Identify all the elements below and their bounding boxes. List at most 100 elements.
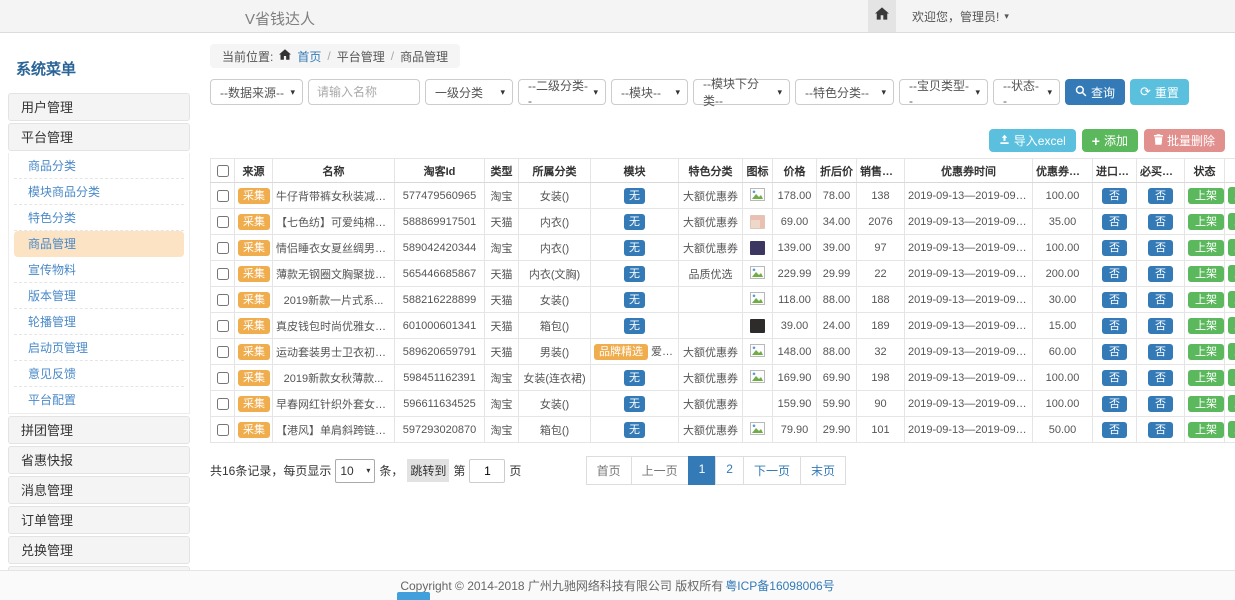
imported-toggle[interactable]: 否	[1102, 344, 1127, 360]
row-checkbox[interactable]	[217, 216, 229, 228]
imported-toggle[interactable]: 否	[1102, 318, 1127, 334]
row-checkbox[interactable]	[217, 424, 229, 436]
sidebar-item-goods-category[interactable]: 商品分类	[14, 153, 184, 179]
records-summary: 共16条记录，每页显示	[210, 462, 331, 479]
user-menu[interactable]: 欢迎您，管理员! ▾	[912, 8, 1009, 25]
sidebar-item-user-manage[interactable]: 用户管理	[8, 93, 190, 121]
edit-button[interactable]	[1228, 317, 1235, 334]
imported-toggle[interactable]: 否	[1102, 370, 1127, 386]
imported-toggle[interactable]: 否	[1102, 266, 1127, 282]
pager-prev[interactable]: 上一页	[631, 456, 689, 485]
must-buy-toggle[interactable]: 否	[1148, 370, 1173, 386]
row-checkbox[interactable]	[217, 320, 229, 332]
broken-image-icon	[750, 344, 765, 360]
header-home-button[interactable]	[868, 0, 896, 32]
must-buy-toggle[interactable]: 否	[1148, 292, 1173, 308]
edit-button[interactable]	[1228, 187, 1235, 204]
must-buy-toggle[interactable]: 否	[1148, 344, 1173, 360]
edit-button[interactable]	[1228, 265, 1235, 282]
must-buy-toggle[interactable]: 否	[1148, 318, 1173, 334]
add-button[interactable]: + 添加	[1082, 129, 1138, 152]
pager-page-2[interactable]: 2	[715, 456, 744, 485]
imported-toggle[interactable]: 否	[1102, 292, 1127, 308]
filter-select-module-subcategory[interactable]: --模块下分类--▾	[693, 79, 790, 105]
pager-first[interactable]: 首页	[586, 456, 632, 485]
must-buy-toggle[interactable]: 否	[1148, 266, 1173, 282]
status-toggle[interactable]: 上架	[1188, 396, 1224, 412]
sidebar-item-module-goods-category[interactable]: 模块商品分类	[14, 179, 184, 205]
sidebar-item-message-manage[interactable]: 消息管理	[8, 476, 190, 504]
sidebar-item-promo-material[interactable]: 宣传物料	[14, 257, 184, 283]
pager-next[interactable]: 下一页	[743, 456, 801, 485]
row-checkbox[interactable]	[217, 372, 229, 384]
status-toggle[interactable]: 上架	[1188, 344, 1224, 360]
status-toggle[interactable]: 上架	[1188, 266, 1224, 282]
status-toggle[interactable]: 上架	[1188, 188, 1224, 204]
sidebar-item-version-manage[interactable]: 版本管理	[14, 283, 184, 309]
pager-page-1[interactable]: 1	[688, 456, 717, 485]
filter-select-level2-category[interactable]: --二级分类--▾	[518, 79, 606, 105]
sidebar-item-special-category[interactable]: 特色分类	[14, 205, 184, 231]
must-buy-toggle[interactable]: 否	[1148, 422, 1173, 438]
status-toggle[interactable]: 上架	[1188, 214, 1224, 230]
search-button[interactable]: 查询	[1065, 79, 1125, 105]
edit-button[interactable]	[1228, 239, 1235, 256]
filter-select-level1-category[interactable]: 一级分类▾	[425, 79, 513, 105]
per-page-select[interactable]: 10▾	[335, 459, 375, 483]
imported-toggle[interactable]: 否	[1102, 188, 1127, 204]
filter-select-data-source[interactable]: --数据来源--▾	[210, 79, 303, 105]
edit-button[interactable]	[1228, 395, 1235, 412]
filter-select-special-category[interactable]: --特色分类--▾	[795, 79, 894, 105]
select-all-checkbox[interactable]	[217, 165, 229, 177]
filter-select-module[interactable]: --模块--▾	[611, 79, 688, 105]
cell-status: 上架	[1185, 339, 1225, 365]
sidebar-item-platform-config[interactable]: 平台配置	[14, 387, 184, 413]
status-toggle[interactable]: 上架	[1188, 318, 1224, 334]
sidebar-item-platform-manage[interactable]: 平台管理	[8, 123, 190, 151]
sidebar-item-feedback[interactable]: 意见反馈	[14, 361, 184, 387]
sidebar-item-express-news[interactable]: 省惠快报	[8, 446, 190, 474]
row-checkbox[interactable]	[217, 398, 229, 410]
must-buy-toggle[interactable]: 否	[1148, 214, 1173, 230]
breadcrumb-home-link[interactable]: 首页	[297, 48, 321, 65]
jump-page-input[interactable]	[469, 459, 505, 483]
row-checkbox[interactable]	[217, 242, 229, 254]
sidebar-item-carousel-manage[interactable]: 轮播管理	[14, 309, 184, 335]
row-checkbox[interactable]	[217, 346, 229, 358]
must-buy-toggle[interactable]: 否	[1148, 240, 1173, 256]
icp-link[interactable]: 粤ICP备16098006号	[725, 577, 834, 594]
edit-button[interactable]	[1228, 213, 1235, 230]
status-toggle[interactable]: 上架	[1188, 292, 1224, 308]
edit-button[interactable]	[1228, 369, 1235, 386]
edit-button[interactable]	[1228, 421, 1235, 438]
edit-button[interactable]	[1228, 291, 1235, 308]
import-excel-button[interactable]: 导入excel	[989, 129, 1076, 152]
row-checkbox[interactable]	[217, 268, 229, 280]
imported-toggle[interactable]: 否	[1102, 422, 1127, 438]
sidebar-item-goods-manage[interactable]: 商品管理	[14, 231, 184, 257]
edit-button[interactable]	[1228, 343, 1235, 360]
imported-toggle[interactable]: 否	[1102, 214, 1127, 230]
reset-button[interactable]: ⟳ 重置	[1130, 79, 1189, 105]
status-toggle[interactable]: 上架	[1188, 422, 1224, 438]
pager-last[interactable]: 末页	[800, 456, 846, 485]
imported-toggle[interactable]: 否	[1102, 240, 1127, 256]
row-checkbox[interactable]	[217, 294, 229, 306]
sidebar-item-exchange-manage[interactable]: 兑换管理	[8, 536, 190, 564]
row-checkbox[interactable]	[217, 190, 229, 202]
filter-select-status[interactable]: --状态--▾	[993, 79, 1060, 105]
filter-select-item-type[interactable]: --宝贝类型--▾	[899, 79, 988, 105]
bottom-blue-artifact	[397, 592, 430, 600]
bulk-delete-button[interactable]: 批量删除	[1144, 129, 1225, 152]
status-toggle[interactable]: 上架	[1188, 370, 1224, 386]
status-toggle[interactable]: 上架	[1188, 240, 1224, 256]
must-buy-toggle[interactable]: 否	[1148, 188, 1173, 204]
must-buy-toggle[interactable]: 否	[1148, 396, 1173, 412]
sidebar-item-splash-manage[interactable]: 启动页管理	[14, 335, 184, 361]
sidebar-item-order-manage[interactable]: 订单管理	[8, 506, 190, 534]
cell-taoke_id: 597293020870	[395, 417, 485, 443]
imported-toggle[interactable]: 否	[1102, 396, 1127, 412]
filter-input-name[interactable]	[308, 79, 420, 105]
sidebar-item-group-manage[interactable]: 拼团管理	[8, 416, 190, 444]
welcome-text: 欢迎您，管理员!	[912, 8, 999, 25]
